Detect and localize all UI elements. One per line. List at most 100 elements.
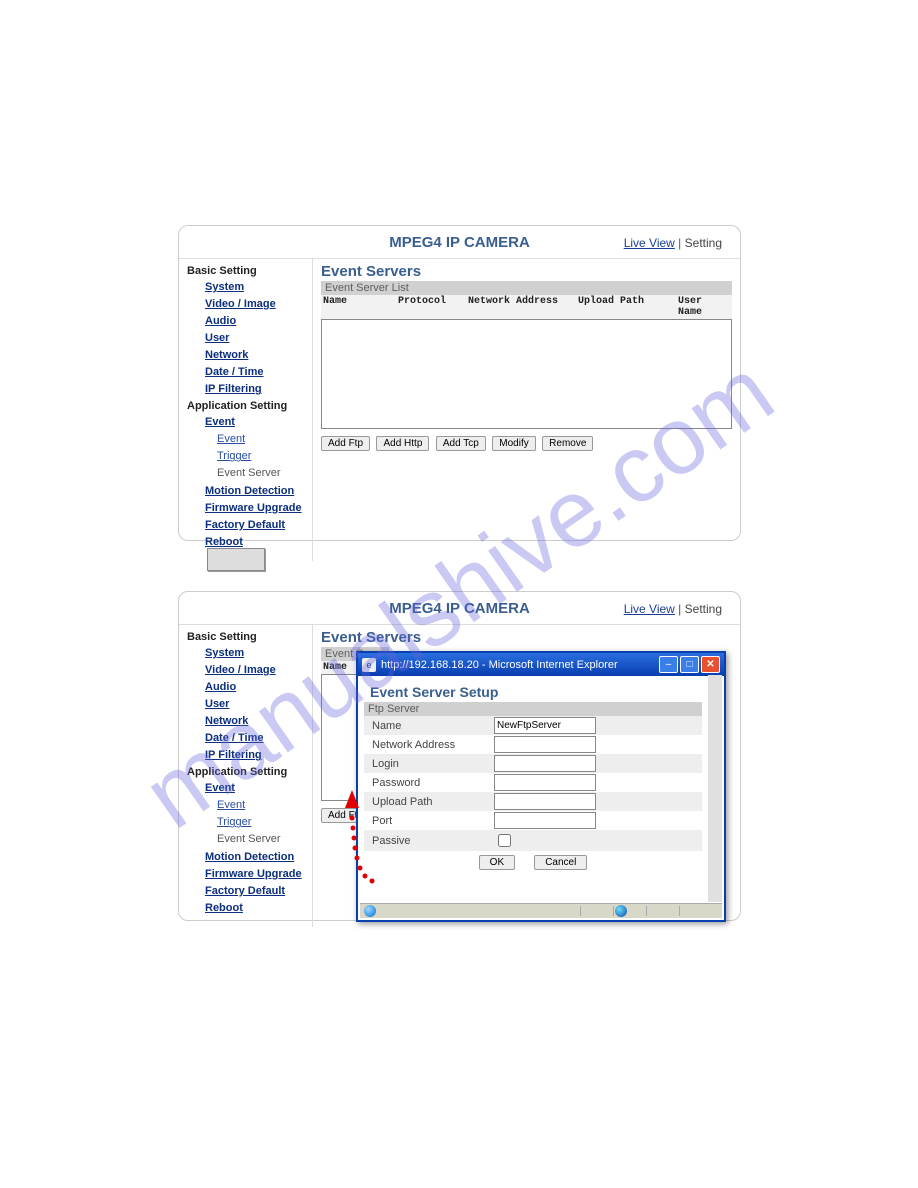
ftp-server-section-label: Ftp Server — [364, 702, 702, 716]
remove-button[interactable]: Remove — [542, 436, 593, 451]
setting-label-2: Setting — [685, 602, 722, 616]
header-links: Live View | Setting — [624, 236, 722, 250]
col-protocol: Protocol — [398, 296, 468, 318]
dialog-statusbar — [360, 903, 722, 918]
sidebar-item-motion-detection[interactable]: Motion Detection — [205, 483, 312, 500]
sidebar-item-network[interactable]: Network — [205, 347, 312, 364]
add-http-button[interactable]: Add Http — [376, 436, 429, 451]
dialog-titlebar[interactable]: e http://192.168.18.20 - Microsoft Inter… — [358, 653, 724, 676]
ie-page-icon: e — [362, 658, 376, 672]
sidebar-2: Basic Setting System Video / Image Audio… — [179, 625, 313, 927]
event-server-list[interactable] — [321, 319, 732, 429]
panel-header-2: MPEG4 IP CAMERA Live View | Setting — [179, 592, 740, 624]
annotation-arrow-icon — [335, 790, 380, 890]
sidebar-item-video-image[interactable]: Video / Image — [205, 296, 312, 313]
modify-button[interactable]: Modify — [492, 436, 535, 451]
sidebar-item-firmware-upgrade-2[interactable]: Firmware Upgrade — [205, 866, 312, 883]
col-name: Name — [323, 296, 398, 318]
sidebar-item-date-time-2[interactable]: Date / Time — [205, 730, 312, 747]
name-field[interactable] — [494, 717, 596, 734]
sidebar-item-factory-default[interactable]: Factory Default — [205, 517, 312, 534]
popup-heading: Event Server Setup — [370, 684, 702, 700]
dialog-title-text: http://192.168.18.20 - Microsoft Interne… — [381, 659, 657, 671]
name-label: Name — [364, 720, 494, 732]
upload-path-field[interactable] — [494, 793, 596, 810]
dialog-buttons: OK Cancel — [364, 851, 702, 872]
port-label: Port — [364, 815, 494, 827]
setting-label: Setting — [685, 236, 722, 250]
login-label: Login — [364, 758, 494, 770]
ie-icon — [364, 905, 376, 917]
content-area: Event Servers Event Server List Name Pro… — [313, 259, 740, 561]
sidebar-subitem-trigger[interactable]: Trigger — [217, 448, 312, 465]
separator-2: | — [678, 602, 681, 616]
button-row: Add Ftp Add Http Add Tcp Modify Remove — [321, 433, 732, 451]
application-setting-heading-2: Application Setting — [187, 766, 312, 778]
separator: | — [678, 236, 681, 250]
ok-button[interactable]: OK — [479, 855, 515, 870]
basic-setting-heading-2: Basic Setting — [187, 631, 312, 643]
live-view-link[interactable]: Live View — [624, 236, 675, 250]
passive-label: Passive — [364, 835, 494, 847]
row-name: Name — [364, 716, 702, 735]
dialog-scrollbar[interactable] — [708, 675, 722, 902]
content-title-2: Event Servers — [321, 629, 732, 646]
between-panel-box — [207, 548, 265, 571]
row-password: Password — [364, 773, 702, 792]
passive-checkbox[interactable] — [498, 834, 511, 847]
sidebar-item-factory-default-2[interactable]: Factory Default — [205, 883, 312, 900]
row-port: Port — [364, 811, 702, 830]
sidebar-subitem-event-2[interactable]: Event — [217, 797, 312, 814]
network-address-field[interactable] — [494, 736, 596, 753]
event-server-setup-dialog: e http://192.168.18.20 - Microsoft Inter… — [356, 651, 726, 922]
panel-header: MPEG4 IP CAMERA Live View | Setting — [179, 226, 740, 258]
live-view-link-2[interactable]: Live View — [624, 602, 675, 616]
sidebar-item-audio[interactable]: Audio — [205, 313, 312, 330]
login-field[interactable] — [494, 755, 596, 772]
col-network-address: Network Address — [468, 296, 578, 318]
add-ftp-button[interactable]: Add Ftp — [321, 436, 370, 451]
sidebar-subitem-event-server: Event Server — [217, 465, 312, 482]
basic-setting-heading: Basic Setting — [187, 265, 312, 277]
close-button[interactable]: ✕ — [701, 656, 720, 673]
sidebar-item-user[interactable]: User — [205, 330, 312, 347]
sidebar-item-event[interactable]: Event — [205, 414, 312, 431]
sidebar-subitem-trigger-2[interactable]: Trigger — [217, 814, 312, 831]
col-upload-path: Upload Path — [578, 296, 678, 318]
sidebar-item-event-2[interactable]: Event — [205, 780, 312, 797]
port-field[interactable] — [494, 812, 596, 829]
page-title: MPEG4 IP CAMERA — [389, 234, 530, 251]
col-user-name: User Name — [678, 296, 730, 318]
network-address-label: Network Address — [364, 739, 494, 751]
sidebar-item-system-2[interactable]: System — [205, 645, 312, 662]
cancel-button[interactable]: Cancel — [534, 855, 587, 870]
sidebar-item-date-time[interactable]: Date / Time — [205, 364, 312, 381]
sidebar-item-ip-filtering[interactable]: IP Filtering — [205, 381, 312, 398]
sidebar-item-motion-detection-2[interactable]: Motion Detection — [205, 849, 312, 866]
table-header: Name Protocol Network Address Upload Pat… — [321, 295, 732, 319]
minimize-button[interactable]: – — [659, 656, 678, 673]
upload-path-label: Upload Path — [364, 796, 494, 808]
sidebar-item-ip-filtering-2[interactable]: IP Filtering — [205, 747, 312, 764]
sidebar-item-video-image-2[interactable]: Video / Image — [205, 662, 312, 679]
sidebar-item-system[interactable]: System — [205, 279, 312, 296]
sidebar-subitem-event-server-2: Event Server — [217, 831, 312, 848]
maximize-button[interactable]: □ — [680, 656, 699, 673]
row-passive: Passive — [364, 830, 702, 851]
panel-top: MPEG4 IP CAMERA Live View | Setting Basi… — [178, 225, 741, 541]
password-field[interactable] — [494, 774, 596, 791]
password-label: Password — [364, 777, 494, 789]
sidebar-item-audio-2[interactable]: Audio — [205, 679, 312, 696]
sidebar-subitem-event[interactable]: Event — [217, 431, 312, 448]
page-title-2: MPEG4 IP CAMERA — [389, 600, 530, 617]
sidebar-item-firmware-upgrade[interactable]: Firmware Upgrade — [205, 500, 312, 517]
add-tcp-button[interactable]: Add Tcp — [436, 436, 486, 451]
content-title: Event Servers — [321, 263, 732, 280]
sidebar: Basic Setting System Video / Image Audio… — [179, 259, 313, 561]
sidebar-item-user-2[interactable]: User — [205, 696, 312, 713]
event-server-list-label: Event Server List — [321, 281, 732, 295]
sidebar-item-network-2[interactable]: Network — [205, 713, 312, 730]
sidebar-item-reboot-2[interactable]: Reboot — [205, 900, 312, 917]
application-setting-heading: Application Setting — [187, 400, 312, 412]
row-upload-path: Upload Path — [364, 792, 702, 811]
